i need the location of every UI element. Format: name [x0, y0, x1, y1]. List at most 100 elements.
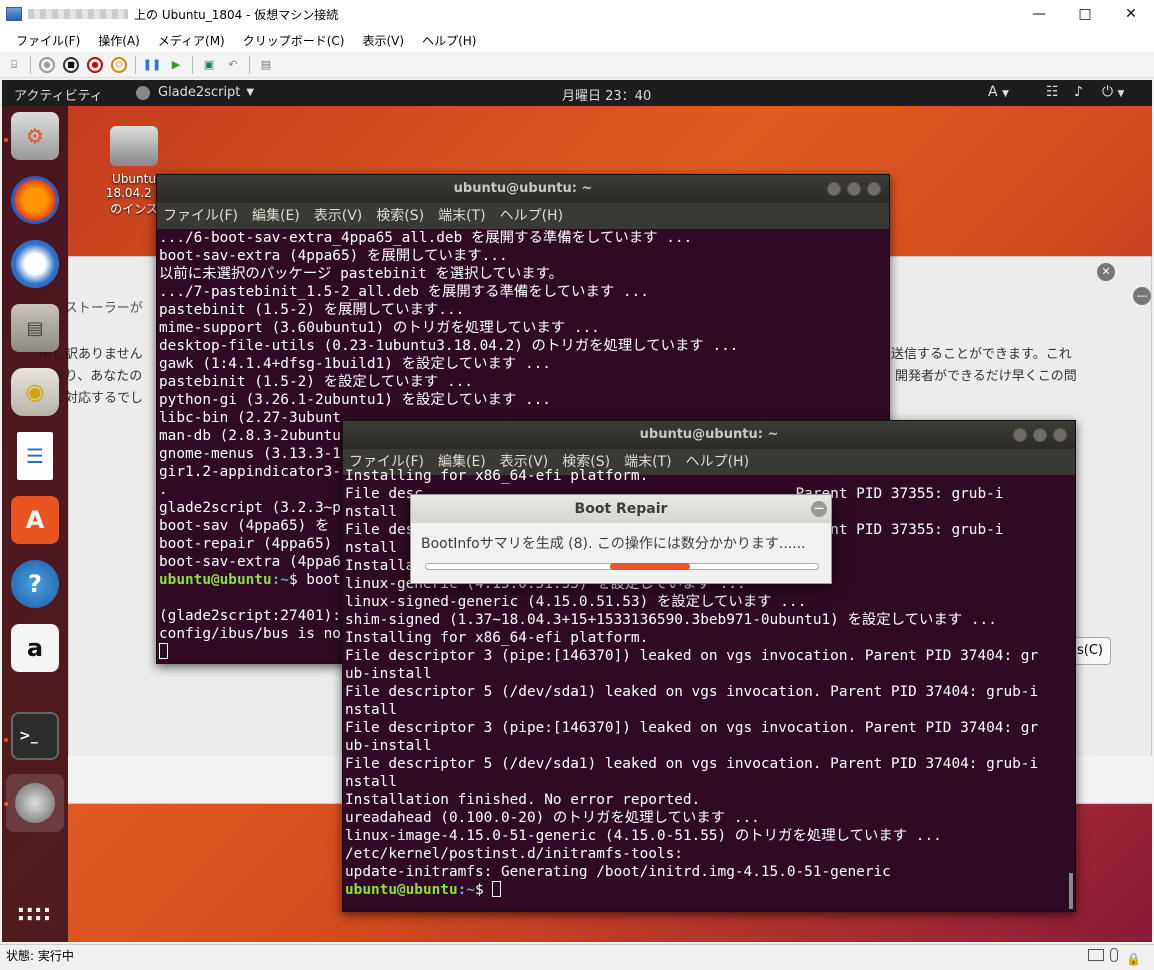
- mouse-icon: [1110, 948, 1118, 962]
- close-button[interactable]: ✕: [1108, 0, 1154, 28]
- files-icon[interactable]: ▤: [11, 304, 59, 352]
- terminal-line: File descriptor 3 (pipe:[146370]) leaked…: [345, 648, 1039, 664]
- window-titlebar: 上の Ubuntu_1804 - 仮想マシン接続 — □ ✕: [0, 0, 1154, 28]
- dock: ⚙ ▤ ◉ ☰ A ? a >_ ∷∷: [2, 106, 68, 942]
- boot-repair-drive-icon[interactable]: ⚙: [11, 112, 59, 160]
- software-center-icon[interactable]: A: [11, 496, 59, 544]
- boot-repair-icon[interactable]: [6, 774, 64, 832]
- toolbar-separator: [192, 55, 193, 74]
- glade2script-icon: [136, 85, 150, 100]
- save-icon[interactable]: ⏻: [111, 56, 127, 73]
- menu-clipboard[interactable]: クリップボード(C): [243, 32, 345, 49]
- boot-repair-titlebar[interactable]: Boot Repair —: [411, 495, 831, 523]
- menu-file[interactable]: ファイル(F): [16, 32, 80, 49]
- t1-menu-search[interactable]: 検索(S): [376, 203, 424, 229]
- status-bar: 状態: 実行中 🔒: [0, 944, 1154, 968]
- turn-off-icon[interactable]: ■: [63, 56, 79, 73]
- redacted-host-name: [28, 9, 128, 19]
- terminal-icon[interactable]: >_: [11, 712, 59, 760]
- terminal-line: .../6-boot-sav-extra_4ppa65_all.deb を展開す…: [159, 230, 693, 246]
- terminal-1-title: ubuntu@ubuntu: ~: [453, 181, 593, 196]
- reset-icon[interactable]: ▶: [168, 57, 184, 73]
- boot-repair-message: BootInfoサマリを生成 (8). この操作には数分かかります......: [421, 536, 806, 552]
- maximize-button[interactable]: □: [1062, 0, 1108, 28]
- t1-menu-edit[interactable]: 編集(E): [252, 203, 300, 229]
- t1-menu-view[interactable]: 表示(V): [314, 203, 363, 229]
- terminal-scrollbar[interactable]: [1069, 873, 1073, 909]
- terminal-2-titlebar[interactable]: ubuntu@ubuntu: ~: [343, 421, 1075, 449]
- terminal-line: 以前に未選択のパッケージ pastebinit を選択しています。: [159, 266, 564, 282]
- menu-view[interactable]: 表示(V): [363, 32, 405, 49]
- rhythmbox-icon[interactable]: ◉: [11, 368, 59, 416]
- t1-menu-file[interactable]: ファイル(F): [163, 203, 238, 229]
- clock[interactable]: 月曜日 23：40: [562, 85, 651, 104]
- menu-help[interactable]: ヘルプ(H): [422, 32, 476, 49]
- lock-icon: 🔒: [1126, 952, 1141, 966]
- installer-text-2-right: 開発者ができるだけ早くこの問: [895, 369, 1077, 384]
- running-indicator: [4, 138, 8, 142]
- vm-connection-icon: [6, 7, 22, 21]
- power-icon[interactable]: ⏻ ▼: [1102, 84, 1124, 100]
- text-cursor: [492, 881, 502, 897]
- app-menu[interactable]: Glade2script ▼: [136, 85, 254, 100]
- app-grid-icon[interactable]: ∷∷: [11, 892, 59, 940]
- toolbar-separator: [135, 55, 136, 74]
- close-icon[interactable]: ✕: [1097, 263, 1115, 281]
- terminal-line: linux-signed-generic (4.15.0.51.53) を設定し…: [345, 594, 807, 610]
- boot-repair-dialog: Boot Repair — BootInfoサマリを生成 (8). この操作には…: [410, 494, 832, 584]
- minimize-icon[interactable]: [1013, 428, 1027, 442]
- volume-icon[interactable]: ♪: [1074, 84, 1083, 100]
- text-cursor: [159, 643, 168, 659]
- terminal-2-title: ubuntu@ubuntu: ~: [639, 427, 779, 442]
- maximize-icon[interactable]: [1033, 428, 1047, 442]
- pause-icon[interactable]: ❚❚: [143, 57, 161, 73]
- terminal-line: Installing for x86_64-efi platform.: [345, 630, 649, 646]
- activities-button[interactable]: アクティビティ: [14, 85, 103, 104]
- start-icon[interactable]: ●: [39, 56, 55, 73]
- amazon-icon[interactable]: a: [11, 624, 59, 672]
- t2-menu-help[interactable]: ヘルプ(H): [686, 449, 749, 475]
- input-method-label: A: [988, 84, 998, 100]
- app-menu-label: Glade2script: [158, 85, 241, 100]
- terminal-line: boot-sav-extra (4ppa65) を展開しています...: [159, 248, 508, 264]
- firefox-icon[interactable]: [11, 176, 59, 224]
- terminal-line: File descriptor 5 (/dev/sda1) leaked on …: [345, 756, 1039, 772]
- ctrl-alt-del-icon[interactable]: ⌸: [6, 57, 22, 73]
- terminal-line: nstall: [345, 774, 397, 790]
- enhanced-session-icon[interactable]: ▤: [258, 57, 274, 73]
- libreoffice-writer-icon[interactable]: ☰: [17, 432, 53, 480]
- terminal-line: .../7-pastebinit_1.5-2_all.deb を展開する準備をし…: [159, 284, 649, 300]
- terminal-line: pastebinit (1.5-2) を展開しています...: [159, 302, 465, 318]
- terminal-line: Installation finished. No error reported…: [345, 792, 701, 808]
- terminal-line: gawk (1:4.1.4+dfsg-1build1) を設定しています ...: [159, 356, 551, 372]
- terminal-1-titlebar[interactable]: ubuntu@ubuntu: ~: [157, 175, 889, 203]
- t1-menu-help[interactable]: ヘルプ(H): [500, 203, 563, 229]
- maximize-icon[interactable]: [847, 182, 861, 196]
- menu-media[interactable]: メディア(M): [158, 32, 225, 49]
- running-indicator: [4, 738, 8, 742]
- close-icon[interactable]: [1053, 428, 1067, 442]
- minimize-icon[interactable]: —: [811, 501, 827, 517]
- shutdown-icon[interactable]: ●: [87, 56, 103, 73]
- close-icon[interactable]: [867, 182, 881, 196]
- window-title: 上の Ubuntu_1804 - 仮想マシン接続: [134, 7, 339, 22]
- minimize-button[interactable]: —: [1016, 0, 1062, 28]
- checkpoint-icon[interactable]: ▣: [201, 57, 217, 73]
- minimize-icon[interactable]: [827, 182, 841, 196]
- installer-text-1-right: 送信することができます。これ: [891, 347, 1072, 362]
- help-icon[interactable]: ?: [11, 560, 59, 608]
- menu-action[interactable]: 操作(A): [98, 32, 140, 49]
- terminal-line: mime-support (3.60ubuntu1) のトリガを処理しています …: [159, 320, 600, 336]
- toolbar: ⌸ ● ■ ● ⏻ ❚❚ ▶ ▣ ↶ ▤: [0, 52, 1154, 78]
- terminal-line: File descriptor 3 (pipe:[146370]) leaked…: [345, 720, 1039, 736]
- vm-display[interactable]: アクティビティ Glade2script ▼ 月曜日 23：40 A ▼ ☷ ♪…: [2, 80, 1152, 942]
- t1-menu-terminal[interactable]: 端末(T): [438, 203, 485, 229]
- vm-status: 状態: 実行中: [6, 949, 74, 963]
- network-icon[interactable]: ☷: [1046, 84, 1059, 100]
- boot-repair-title: Boot Repair: [574, 501, 668, 517]
- revert-icon[interactable]: ↶: [225, 57, 241, 73]
- input-method-indicator[interactable]: A ▼: [988, 84, 1009, 100]
- terminal-line: update-initramfs: Generating /boot/initr…: [345, 864, 891, 880]
- minimize-icon[interactable]: —: [1133, 287, 1151, 305]
- thunderbird-icon[interactable]: [11, 240, 59, 288]
